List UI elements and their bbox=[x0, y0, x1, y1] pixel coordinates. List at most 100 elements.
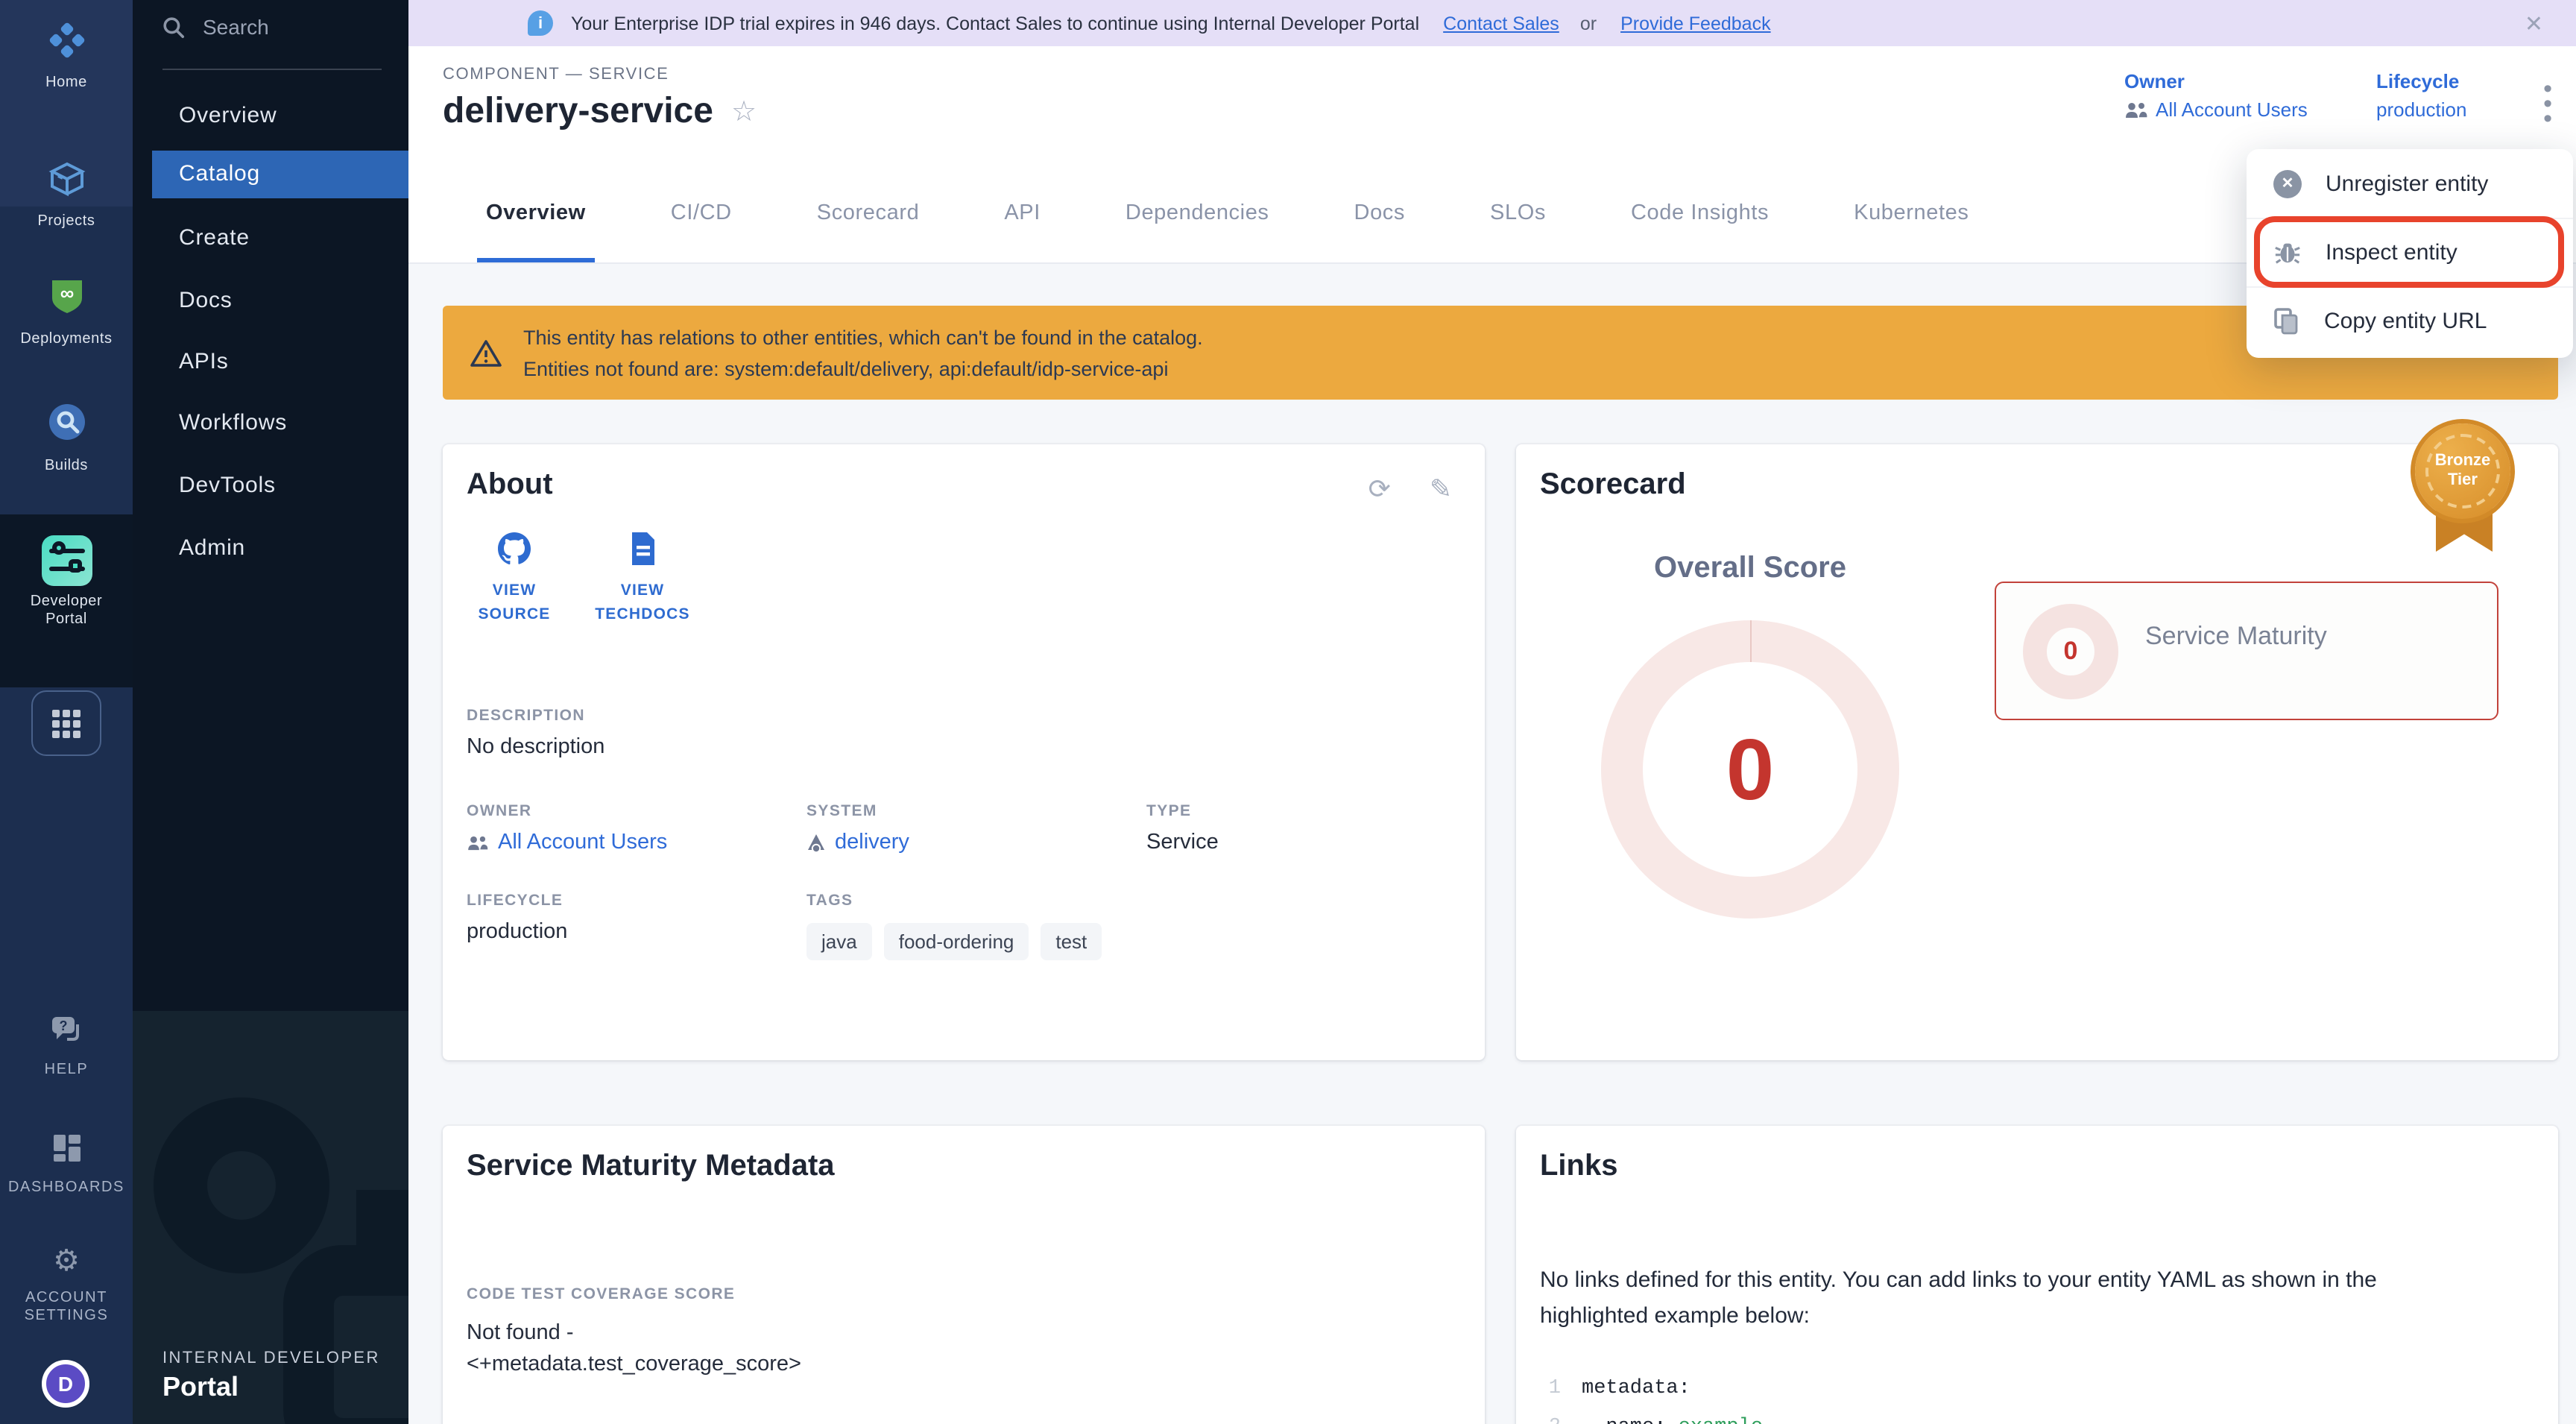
rail-label: Portal bbox=[0, 611, 133, 628]
help-chat-icon: ? bbox=[44, 1008, 89, 1053]
tab-docs[interactable]: Docs bbox=[1354, 164, 1406, 262]
sidebar-footer: INTERNAL DEVELOPER Portal bbox=[162, 1349, 380, 1403]
rail-item-home[interactable]: Home bbox=[0, 18, 133, 91]
content-area: i Your Enterprise IDP trial expires in 9… bbox=[408, 0, 2576, 1424]
sidebar-item-catalog[interactable]: Catalog bbox=[152, 151, 408, 198]
system-field-link[interactable]: delivery bbox=[806, 831, 909, 854]
sidebar-item-create[interactable]: Create bbox=[133, 215, 408, 262]
owner-meta: Owner All Account Users bbox=[2124, 70, 2308, 121]
rail-item-developer-portal-active[interactable]: Developer Portal bbox=[0, 514, 133, 687]
view-source-link[interactable]: VIEW SOURCE bbox=[455, 531, 574, 626]
tab-api[interactable]: API bbox=[1004, 164, 1041, 262]
favorite-star-icon[interactable]: ☆ bbox=[731, 95, 757, 129]
links-title: Links bbox=[1540, 1150, 1618, 1184]
service-maturity-scorecard[interactable]: 0 Service Maturity bbox=[1995, 582, 2498, 720]
maturity-donut: 0 bbox=[2023, 604, 2118, 699]
tag-chip[interactable]: food-ordering bbox=[884, 923, 1029, 960]
divider bbox=[162, 69, 382, 70]
bug-icon bbox=[2273, 239, 2302, 267]
tab-cicd[interactable]: CI/CD bbox=[671, 164, 732, 262]
tab-kubernetes[interactable]: Kubernetes bbox=[1854, 164, 1969, 262]
system-field-label: SYSTEM bbox=[806, 802, 909, 820]
copy-icon bbox=[2273, 307, 2300, 335]
tag-chip[interactable]: test bbox=[1041, 923, 1102, 960]
tab-slos[interactable]: SLOs bbox=[1490, 164, 1546, 262]
rail-item-dashboards[interactable]: DASHBOARDS bbox=[0, 1126, 133, 1196]
owner-field-link[interactable]: All Account Users bbox=[467, 831, 667, 854]
tab-scorecard[interactable]: Scorecard bbox=[817, 164, 920, 262]
description-label: DESCRIPTION bbox=[467, 707, 604, 725]
decorative-circle bbox=[154, 1097, 329, 1273]
owner-label: Owner bbox=[2124, 70, 2308, 92]
tag-chip[interactable]: java bbox=[806, 923, 872, 960]
owner-field-label: OWNER bbox=[467, 802, 667, 820]
rail-item-help[interactable]: ? HELP bbox=[0, 1008, 133, 1078]
overall-score-label: Overall Score bbox=[1601, 552, 1899, 586]
code-text: metadata: bbox=[1582, 1370, 1690, 1409]
rail-item-account-settings[interactable]: ⚙ ACCOUNT SETTINGS bbox=[0, 1238, 133, 1324]
home-icon bbox=[44, 18, 89, 63]
sidebar-search[interactable]: Search bbox=[162, 15, 269, 39]
module-switcher-button[interactable] bbox=[31, 690, 101, 756]
builds-icon bbox=[44, 400, 89, 444]
maturity-metadata-title: Service Maturity Metadata bbox=[467, 1150, 835, 1184]
system-field: SYSTEM delivery bbox=[806, 802, 909, 854]
menu-item-unregister-entity[interactable]: ✕ Unregister entity bbox=[2247, 149, 2573, 218]
lifecycle-field-value: production bbox=[467, 920, 567, 944]
view-source-label: VIEW SOURCE bbox=[455, 579, 574, 626]
overall-score-donut: 0 bbox=[1601, 620, 1899, 919]
entity-name: delivery-service bbox=[443, 91, 713, 133]
lifecycle-meta: Lifecycle production bbox=[2376, 70, 2466, 121]
edit-icon[interactable]: ✎ bbox=[1430, 474, 1452, 505]
about-actions: ⟳ ✎ bbox=[1368, 474, 1452, 505]
sidebar-item-admin[interactable]: Admin bbox=[133, 525, 408, 573]
kebab-menu-icon[interactable]: ••• bbox=[2543, 82, 2552, 127]
tag-chips: java food-ordering test bbox=[806, 923, 1102, 960]
owner-link[interactable]: All Account Users bbox=[2124, 98, 2308, 121]
tab-code-insights[interactable]: Code Insights bbox=[1631, 164, 1769, 262]
sidebar-item-overview[interactable]: Overview bbox=[133, 92, 408, 140]
system-icon bbox=[806, 833, 826, 852]
rail-item-projects[interactable]: Projects bbox=[0, 157, 133, 230]
rail-label: HELP bbox=[0, 1062, 133, 1078]
search-label: Search bbox=[203, 15, 269, 39]
menu-item-inspect-entity[interactable]: Inspect entity bbox=[2247, 218, 2573, 286]
contact-sales-link[interactable]: Contact Sales bbox=[1443, 13, 1559, 34]
sidebar-decoration: INTERNAL DEVELOPER Portal bbox=[133, 1011, 408, 1424]
circle-x-icon: ✕ bbox=[2273, 169, 2302, 198]
app-screen: Home Projects ∞ Deployments Builds Devel… bbox=[0, 0, 2576, 1424]
provide-feedback-link[interactable]: Provide Feedback bbox=[1620, 13, 1771, 34]
entity-header: COMPONENT — SERVICE delivery-service ☆ O… bbox=[408, 46, 2576, 164]
donut-tick bbox=[1750, 620, 1752, 662]
refresh-icon[interactable]: ⟳ bbox=[1368, 474, 1391, 505]
line-number: 1 bbox=[1540, 1370, 1561, 1409]
rail-label: ACCOUNT bbox=[0, 1290, 133, 1306]
page-title: delivery-service ☆ bbox=[443, 91, 757, 133]
bronze-tier-badge: Bronze Tier bbox=[2415, 423, 2513, 519]
links-empty-text: No links defined for this entity. You ca… bbox=[1540, 1263, 2509, 1335]
view-techdocs-link[interactable]: VIEW TECHDOCS bbox=[583, 531, 702, 626]
decorative-bar bbox=[356, 1190, 408, 1250]
sidebar-item-docs[interactable]: Docs bbox=[133, 277, 408, 325]
type-field-value: Service bbox=[1146, 831, 1219, 854]
rail-item-builds[interactable]: Builds bbox=[0, 400, 133, 474]
description-value: No description bbox=[467, 735, 604, 759]
tab-dependencies[interactable]: Dependencies bbox=[1126, 164, 1269, 262]
info-icon: i bbox=[528, 10, 553, 36]
warning-line-2: Entities not found are: system:default/d… bbox=[523, 353, 1203, 384]
gear-icon: ⚙ bbox=[44, 1238, 89, 1282]
close-icon[interactable]: ✕ bbox=[2516, 10, 2552, 37]
rail-item-deployments[interactable]: ∞ Deployments bbox=[0, 273, 133, 347]
rail-label: Developer bbox=[0, 593, 133, 610]
badge-line-1: Bronze bbox=[2435, 452, 2491, 471]
github-icon bbox=[496, 531, 532, 567]
sidebar-item-apis[interactable]: APIs bbox=[133, 338, 408, 386]
sidebar-item-devtools[interactable]: DevTools bbox=[133, 462, 408, 510]
lifecycle-field: LIFECYCLE production bbox=[467, 892, 567, 944]
deployments-icon: ∞ bbox=[44, 273, 89, 318]
tab-overview[interactable]: Overview bbox=[486, 164, 586, 262]
menu-item-copy-entity-url[interactable]: Copy entity URL bbox=[2247, 286, 2573, 355]
entity-kind-breadcrumb: COMPONENT — SERVICE bbox=[443, 66, 669, 84]
sidebar-item-workflows[interactable]: Workflows bbox=[133, 400, 408, 447]
user-avatar[interactable]: D bbox=[42, 1360, 89, 1408]
